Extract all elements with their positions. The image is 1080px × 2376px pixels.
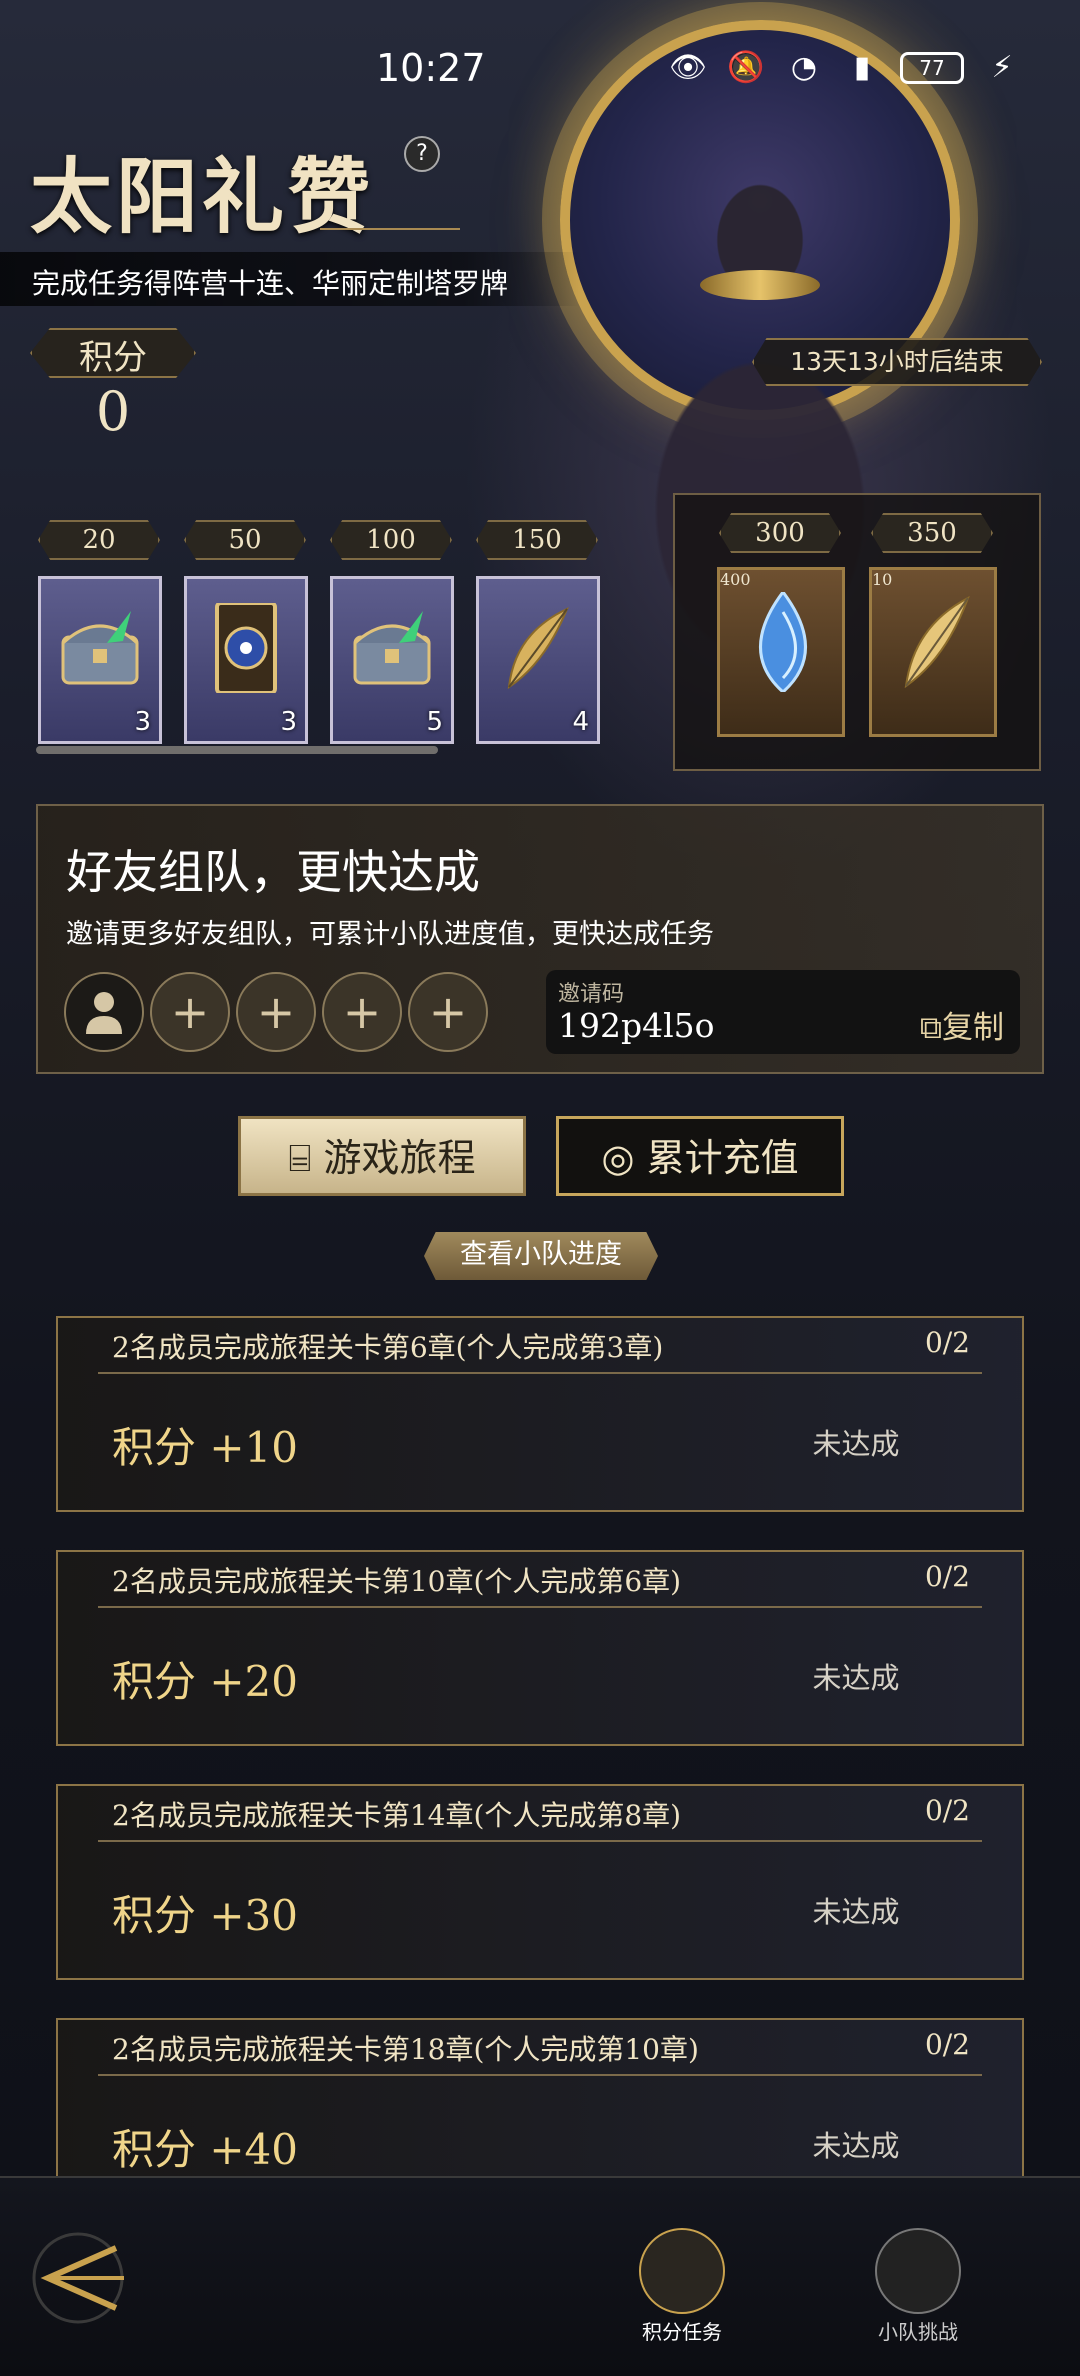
reward-card[interactable]: 400	[717, 567, 845, 737]
reward-quantity: 5	[426, 707, 443, 737]
copy-icon: ⧉	[919, 1010, 942, 1046]
title-divider	[320, 228, 460, 230]
task-progress: 0/2	[924, 1794, 970, 1827]
task-title: 2名成员完成旅程关卡第10章(个人完成第6章)	[112, 1565, 682, 1598]
milestone-label: 100	[330, 520, 452, 560]
task-progress: 0/2	[924, 1326, 970, 1359]
team-icon	[875, 2228, 961, 2314]
treasure-chest-icon	[61, 611, 139, 685]
reward-card[interactable]: 3	[38, 576, 162, 744]
team-invite-panel: 好友组队，更快达成 邀请更多好友组队，可累计小队进度值，更快达成任务 + + +…	[36, 804, 1044, 1074]
golden-feather-icon	[507, 607, 569, 690]
person-icon	[86, 992, 122, 1034]
copy-button[interactable]: ⧉复制	[920, 1002, 1004, 1047]
page-title: 太阳礼赞	[30, 149, 375, 245]
status-time: 10:27	[376, 46, 486, 90]
task-status-button[interactable]: 未达成	[760, 1650, 952, 1708]
bottom-nav: 积分任务 小队挑战	[0, 2176, 1080, 2376]
reward-card[interactable]: 10	[869, 567, 997, 737]
nav-team-challenge[interactable]: 小队挑战	[858, 2228, 978, 2345]
treasure-chest-icon	[353, 611, 431, 685]
view-team-progress-button[interactable]: 查看小队进度	[424, 1232, 658, 1280]
avatar	[64, 972, 144, 1052]
reward-quantity: 3	[280, 707, 297, 737]
task-status-button[interactable]: 未达成	[760, 2118, 952, 2176]
milestone-label: 350	[871, 513, 993, 553]
status-icons: 👁 🔕 ◔ ▮ 77 ⚡	[668, 50, 1022, 86]
points-value: 0	[95, 380, 131, 443]
task-title: 2名成员完成旅程关卡第14章(个人完成第8章)	[112, 1799, 682, 1832]
tab-journey[interactable]: ⌸ 游戏旅程	[238, 1116, 526, 1196]
task-points: 积分 +20	[112, 1657, 298, 1706]
nav-label: 积分任务	[642, 2320, 722, 2344]
task-card: 2名成员完成旅程关卡第10章(个人完成第6章) 0/2 积分 +20 未达成	[56, 1550, 1024, 1746]
task-status-button[interactable]: 未达成	[760, 1884, 952, 1942]
task-progress: 0/2	[924, 1560, 970, 1593]
eye-icon: 👁	[668, 50, 708, 85]
milestone-label: 20	[38, 520, 160, 560]
reward-card[interactable]: 4	[476, 576, 600, 744]
page-subtitle: 完成任务得阵营十连、华丽定制塔罗牌	[32, 267, 509, 300]
tab-journey-label: 游戏旅程	[323, 1136, 476, 1180]
battery-icon: 77	[900, 52, 964, 84]
task-card: 2名成员完成旅程关卡第14章(个人完成第8章) 0/2 积分 +30 未达成	[56, 1784, 1024, 1980]
wifi-icon: ◔	[790, 50, 818, 85]
reward-quantity: 4	[572, 707, 589, 737]
invite-slot-button[interactable]: +	[408, 972, 488, 1052]
help-icon[interactable]: ?	[404, 136, 440, 172]
task-progress: 0/2	[924, 2028, 970, 2061]
back-arrow-icon[interactable]	[28, 2228, 128, 2328]
invite-slot-button[interactable]: +	[236, 972, 316, 1052]
task-points: 积分 +30	[112, 1891, 298, 1940]
task-title: 2名成员完成旅程关卡第6章(个人完成第3章)	[112, 1331, 664, 1364]
status-bar: 10:27 👁 🔕 ◔ ▮ 77 ⚡	[0, 46, 1080, 96]
nav-points-tasks[interactable]: 积分任务	[622, 2228, 742, 2345]
nav-label: 小队挑战	[878, 2320, 958, 2344]
event-timer: 13天13小时后结束	[752, 338, 1042, 386]
task-points: 积分 +40	[112, 2125, 298, 2174]
task-status-button[interactable]: 未达成	[760, 1416, 952, 1474]
milestone-label: 50	[184, 520, 306, 560]
reward-card[interactable]: 3	[184, 576, 308, 744]
tab-recharge[interactable]: ◎ 累计充值	[556, 1116, 844, 1196]
milestone-label: 150	[476, 520, 598, 560]
task-title: 2名成员完成旅程关卡第18章(个人完成第10章)	[112, 2033, 699, 2066]
invite-slot-button[interactable]: +	[150, 972, 230, 1052]
task-points: 积分 +10	[112, 1423, 298, 1472]
milestone-rewards: 20 50 100 150 3 3 5 4	[30, 520, 630, 760]
team-title: 好友组队，更快达成	[66, 845, 480, 899]
rewards-scrollbar[interactable]	[36, 746, 438, 754]
golden-feather-icon	[904, 595, 970, 689]
mute-bell-icon: 🔕	[727, 50, 765, 85]
tab-recharge-label: 累计充值	[646, 1136, 799, 1180]
map-icon: ⌸	[288, 1136, 312, 1180]
reward-quantity: 400	[720, 570, 751, 589]
reward-quantity: 3	[134, 707, 151, 737]
invite-code-box: 邀请码 192p4l5o ⧉复制	[546, 970, 1020, 1054]
team-description: 邀请更多好友组队，可累计小队进度值，更快达成任务	[66, 919, 714, 950]
invite-code-label: 邀请码	[558, 982, 625, 1007]
blue-crystal-icon	[759, 592, 807, 692]
recharge-icon: ◎	[601, 1136, 635, 1180]
milestone-label: 300	[719, 513, 841, 553]
copy-label: 复制	[942, 1010, 1004, 1046]
points-label: 积分	[79, 338, 147, 378]
invite-slot-button[interactable]: +	[322, 972, 402, 1052]
reward-quantity: 10	[872, 570, 893, 589]
hero-gold-ornament	[700, 270, 820, 300]
charging-icon: ⚡	[991, 50, 1013, 85]
tarot-card-icon	[215, 603, 277, 693]
special-rewards: 300 350 400 10	[673, 493, 1041, 771]
coin-stack-icon	[639, 2228, 725, 2314]
task-card: 2名成员完成旅程关卡第6章(个人完成第3章) 0/2 积分 +10 未达成	[56, 1316, 1024, 1512]
sim-icon: ▮	[853, 50, 871, 85]
reward-card[interactable]: 5	[330, 576, 454, 744]
invite-code-value: 192p4l5o	[558, 1006, 715, 1045]
